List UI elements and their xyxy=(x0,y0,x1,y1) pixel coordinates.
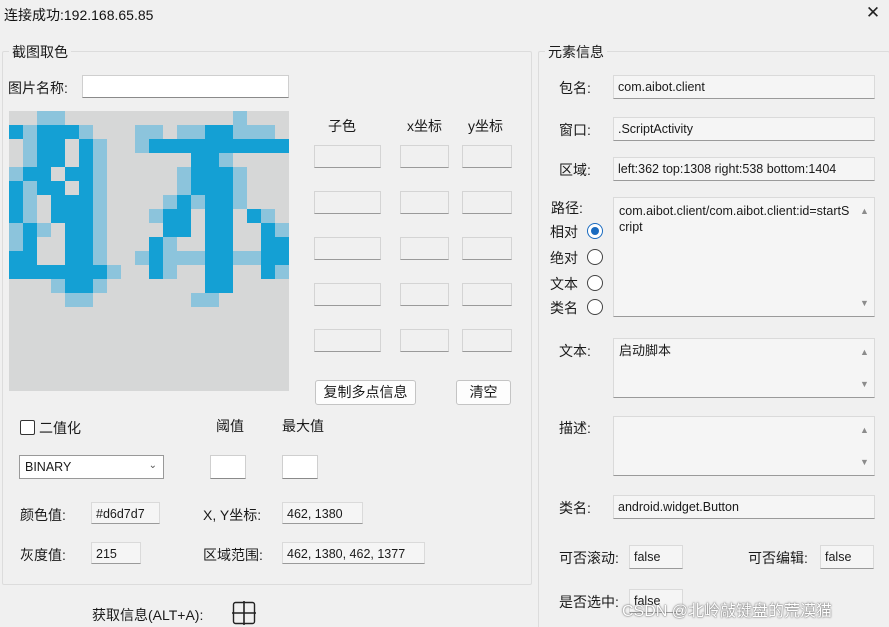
fetch-info-label: 获取信息(ALT+A): xyxy=(92,607,204,623)
screenshot-preview[interactable] xyxy=(9,111,289,391)
point-2-x-input[interactable] xyxy=(400,191,449,214)
path-option-radio-1[interactable] xyxy=(587,249,603,265)
point-y-header: y坐标 xyxy=(468,118,503,134)
path-text: com.aibot.client/com.aibot.client:id=sta… xyxy=(619,204,850,234)
image-name-label: 图片名称: xyxy=(8,80,68,96)
text-value: 启动脚本 xyxy=(619,343,672,358)
path-option-label-1: 绝对 xyxy=(550,250,578,266)
text-scrollbar[interactable]: ▲ ▼ xyxy=(857,340,873,396)
color-value-label: 颜色值: xyxy=(20,507,66,523)
path-field[interactable]: com.aibot.client/com.aibot.client:id=sta… xyxy=(613,197,875,317)
window-field[interactable]: .ScriptActivity xyxy=(613,117,875,141)
area-field[interactable]: left:362 top:1308 right:538 bottom:1404 xyxy=(613,157,875,181)
copy-points-button[interactable]: 复制多点信息 xyxy=(315,380,416,405)
xy-coord-field[interactable]: 462, 1380 xyxy=(282,502,363,524)
point-4-x-input[interactable] xyxy=(400,283,449,306)
range-label: 区域范围: xyxy=(203,547,263,563)
area-label: 区域: xyxy=(559,162,591,178)
chevron-down-icon: ⌄ xyxy=(148,460,157,471)
point-5-y-input[interactable] xyxy=(462,329,512,352)
point-1-x-input[interactable] xyxy=(400,145,449,168)
window-label: 窗口: xyxy=(559,122,591,138)
description-scrollbar[interactable]: ▲ ▼ xyxy=(857,418,873,474)
watermark: CSDN @北岭敲键盘的荒漠猫 xyxy=(622,603,833,620)
element-group-legend: 元素信息 xyxy=(545,42,607,62)
threshold-input[interactable] xyxy=(210,455,246,479)
binarize-checkbox[interactable] xyxy=(20,420,35,435)
point-1-color-input[interactable] xyxy=(314,145,381,168)
max-value-label: 最大值 xyxy=(282,418,324,434)
mode-select-value: BINARY xyxy=(25,460,72,474)
path-label: 路径: xyxy=(551,200,583,216)
point-2-color-input[interactable] xyxy=(314,191,381,214)
point-3-color-input[interactable] xyxy=(314,237,381,260)
point-color-header: 子色 xyxy=(328,118,356,134)
gray-value-field[interactable]: 215 xyxy=(91,542,141,564)
path-option-label-2: 文本 xyxy=(550,276,578,292)
path-option-label-3: 类名 xyxy=(550,300,578,316)
max-value-input[interactable] xyxy=(282,455,318,479)
xy-coord-label: X, Y坐标: xyxy=(203,507,262,523)
capture-group-legend: 截图取色 xyxy=(9,42,71,62)
text-field[interactable]: 启动脚本 ▲ ▼ xyxy=(613,338,875,398)
point-5-x-input[interactable] xyxy=(400,329,449,352)
window-title: 连接成功:192.168.65.85 xyxy=(4,7,154,23)
scrollable-field[interactable]: false xyxy=(629,545,683,569)
image-name-input[interactable] xyxy=(82,75,289,98)
point-3-x-input[interactable] xyxy=(400,237,449,260)
class-field[interactable]: android.widget.Button xyxy=(613,495,875,519)
editable-label: 可否编辑: xyxy=(748,550,808,566)
crosshair-icon[interactable] xyxy=(232,601,256,625)
clear-button[interactable]: 清空 xyxy=(456,380,511,405)
selected-label: 是否选中: xyxy=(559,594,619,610)
path-option-radio-2[interactable] xyxy=(587,275,603,291)
class-label: 类名: xyxy=(559,500,591,516)
range-field[interactable]: 462, 1380, 462, 1377 xyxy=(282,542,425,564)
mode-select[interactable]: BINARY ⌄ xyxy=(19,455,164,479)
color-value-field[interactable]: #d6d7d7 xyxy=(91,502,160,524)
description-field[interactable]: ▲ ▼ xyxy=(613,416,875,476)
gray-value-label: 灰度值: xyxy=(20,547,66,563)
path-option-label-0: 相对 xyxy=(550,224,578,240)
point-3-y-input[interactable] xyxy=(462,237,512,260)
point-2-y-input[interactable] xyxy=(462,191,512,214)
text-label: 文本: xyxy=(559,343,591,359)
editable-field[interactable]: false xyxy=(820,545,874,569)
scrollable-label: 可否滚动: xyxy=(559,550,619,566)
binarize-label: 二值化 xyxy=(39,420,81,436)
path-option-radio-3[interactable] xyxy=(587,299,603,315)
point-1-y-input[interactable] xyxy=(462,145,512,168)
close-icon[interactable]: ✕ xyxy=(862,2,884,24)
point-4-y-input[interactable] xyxy=(462,283,512,306)
point-x-header: x坐标 xyxy=(407,118,442,134)
point-5-color-input[interactable] xyxy=(314,329,381,352)
threshold-label: 阈值 xyxy=(216,418,244,434)
path-scrollbar[interactable]: ▲ ▼ xyxy=(857,199,873,315)
description-label: 描述: xyxy=(559,420,591,436)
point-4-color-input[interactable] xyxy=(314,283,381,306)
path-option-radio-0[interactable] xyxy=(587,223,603,239)
package-field[interactable]: com.aibot.client xyxy=(613,75,875,99)
package-label: 包名: xyxy=(559,80,591,96)
pixel-grid xyxy=(9,111,289,391)
